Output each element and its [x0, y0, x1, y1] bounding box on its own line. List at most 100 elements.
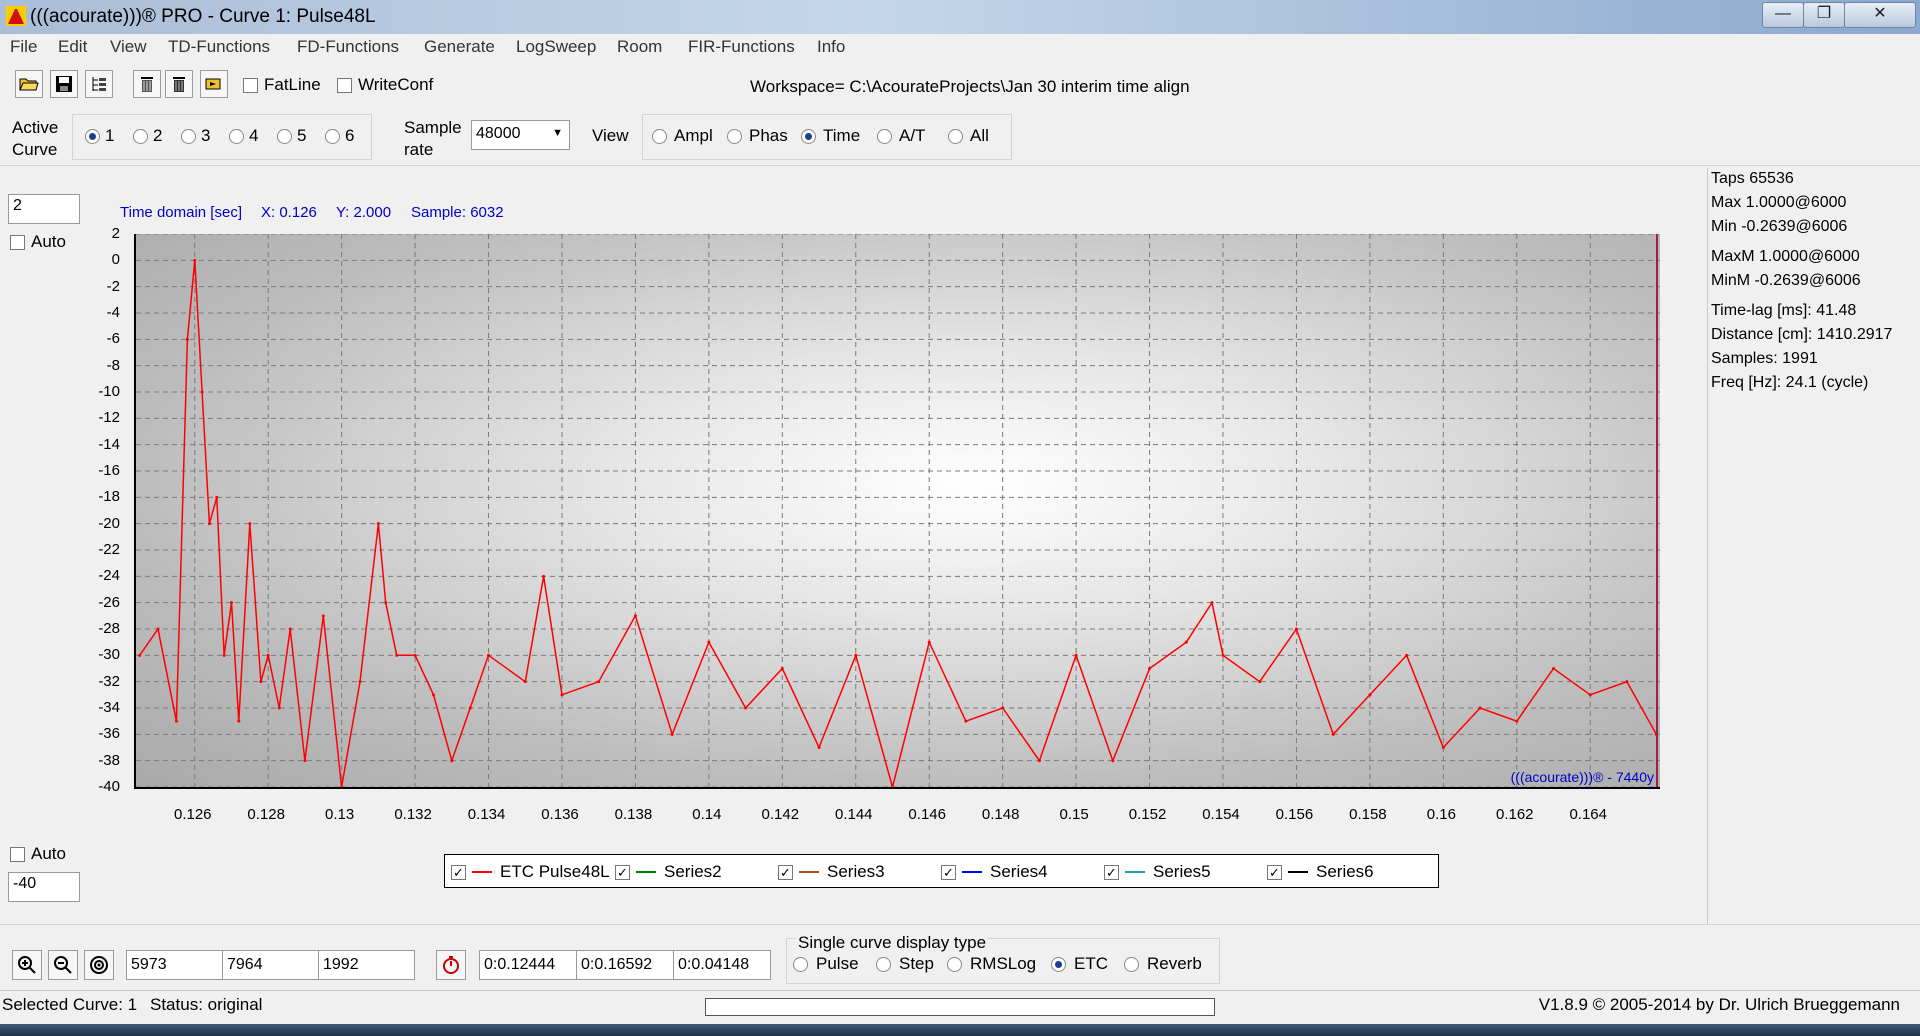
view-radio-phas[interactable]	[727, 129, 742, 144]
writeconf-label: WriteConf	[358, 75, 434, 94]
data-point	[854, 653, 858, 657]
data-point	[1258, 680, 1262, 684]
target-icon[interactable]	[84, 950, 114, 980]
legend-label-6: Series6	[1316, 862, 1374, 881]
menu-bar: File Edit View TD-Functions FD-Functions…	[0, 34, 1920, 62]
curve-radio-5[interactable]	[277, 129, 292, 144]
menu-edit[interactable]: Edit	[58, 37, 87, 57]
maximize-button[interactable]: ❐	[1803, 2, 1845, 28]
data-point	[450, 759, 454, 763]
acourate-app-icon[interactable]	[6, 6, 26, 26]
data-point	[215, 495, 219, 499]
legend-item-1[interactable]: ✓ ETC Pulse48L	[451, 855, 610, 889]
curve-option-4: 4	[249, 126, 259, 145]
auto-bottom-checkbox[interactable]	[10, 847, 25, 862]
legend-checkbox-1[interactable]: ✓	[451, 864, 466, 880]
curve-radio-4[interactable]	[229, 129, 244, 144]
display-radio-step[interactable]	[876, 957, 891, 972]
menu-file[interactable]: File	[10, 37, 37, 57]
x-tick-label: 0.134	[467, 806, 506, 823]
y-tick-label: 0	[111, 251, 120, 269]
curve-radio-1[interactable]	[85, 129, 100, 144]
zoom-out-icon[interactable]	[48, 950, 78, 980]
tree-list-icon[interactable]	[85, 70, 113, 98]
legend-checkbox-4[interactable]: ✓	[941, 864, 956, 880]
fatline-checkbox[interactable]	[243, 78, 258, 93]
curve-option-5: 5	[297, 126, 307, 145]
save-disk-icon[interactable]	[50, 70, 78, 98]
curve-option-1: 1	[105, 126, 115, 145]
view-radio-ampl[interactable]	[652, 129, 667, 144]
display-type-label: Single curve display type	[796, 933, 989, 953]
status-bar: Selected Curve: 1 Status: original V1.8.…	[0, 990, 1920, 1017]
trash-bin-icon[interactable]	[133, 70, 161, 98]
legend-label-1: ETC Pulse48L	[500, 862, 610, 881]
menu-generate[interactable]: Generate	[424, 37, 495, 57]
legend-item-2[interactable]: ✓ Series2	[615, 855, 722, 889]
writeconf-checkbox[interactable]	[337, 78, 352, 93]
legend-checkbox-2[interactable]: ✓	[615, 864, 630, 880]
start-sample-field[interactable]: 5973	[126, 950, 223, 980]
x-tick-label: 0.15	[1059, 806, 1089, 823]
progress-bar	[705, 998, 1215, 1016]
menu-td-functions[interactable]: TD-Functions	[168, 37, 270, 57]
menu-fir-functions[interactable]: FIR-Functions	[688, 37, 795, 57]
auto-top-checkbox[interactable]	[10, 235, 25, 250]
x-tick-label: 0.126	[173, 806, 212, 823]
data-point	[156, 627, 160, 631]
data-point	[964, 719, 968, 723]
end-time-field[interactable]: 0:0.16592	[576, 950, 674, 980]
ymax-field[interactable]: 2	[8, 194, 80, 224]
view-option-all: All	[970, 126, 989, 145]
legend-item-5[interactable]: ✓ Series5	[1104, 855, 1211, 889]
menu-logsweep[interactable]: LogSweep	[516, 37, 596, 57]
menu-room[interactable]: Room	[617, 37, 662, 57]
x-tick-label: 0.154	[1202, 806, 1240, 823]
curve-radio-3[interactable]	[181, 129, 196, 144]
view-radio-at[interactable]	[877, 129, 892, 144]
sample-count-field[interactable]: 1992	[318, 950, 415, 980]
info-min: Min -0.2639@6006	[1711, 218, 1848, 235]
info-minm: MinM -0.2639@6006	[1711, 272, 1861, 289]
display-radio-etc[interactable]	[1051, 957, 1066, 972]
data-point	[303, 759, 307, 763]
duration-time-field[interactable]: 0:0.04148	[673, 950, 771, 980]
curve-radio-6[interactable]	[325, 129, 340, 144]
legend-item-4[interactable]: ✓ Series4	[941, 855, 1048, 889]
end-sample-field[interactable]: 7964	[222, 950, 319, 980]
minimize-button[interactable]: —	[1762, 2, 1804, 28]
open-folder-icon[interactable]	[15, 70, 43, 98]
legend-item-3[interactable]: ✓ Series3	[778, 855, 885, 889]
view-radio-all[interactable]	[948, 129, 963, 144]
etc-plot[interactable]	[136, 234, 1660, 787]
run-macro-icon[interactable]	[200, 70, 228, 98]
view-radio-time[interactable]	[801, 129, 816, 144]
curve-radio-2[interactable]	[133, 129, 148, 144]
menu-info[interactable]: Info	[817, 37, 845, 57]
info-taps: Taps 65536	[1711, 170, 1794, 187]
plot-area[interactable]: (((acourate)))® - 7440y	[134, 234, 1660, 789]
display-radio-pulse[interactable]	[793, 957, 808, 972]
legend-checkbox-6[interactable]: ✓	[1267, 864, 1282, 880]
y-tick-label: -8	[106, 356, 120, 374]
data-point	[358, 680, 362, 684]
stopwatch-icon[interactable]	[436, 950, 466, 980]
display-radio-rmslog[interactable]	[947, 957, 962, 972]
legend-checkbox-3[interactable]: ✓	[778, 864, 793, 880]
data-point	[707, 640, 711, 644]
sample-rate-select[interactable]: 48000 ▼	[471, 120, 570, 150]
display-radio-reverb[interactable]	[1124, 957, 1139, 972]
y-tick-label: -4	[106, 304, 120, 321]
menu-fd-functions[interactable]: FD-Functions	[297, 37, 399, 57]
legend-checkbox-5[interactable]: ✓	[1104, 864, 1119, 880]
y-tick-label: -30	[98, 646, 120, 664]
start-time-field[interactable]: 0:0.12444	[479, 950, 577, 980]
close-button[interactable]: ✕	[1844, 2, 1916, 28]
trash-all-icon[interactable]	[165, 70, 193, 98]
legend-item-6[interactable]: ✓ Series6	[1267, 855, 1374, 889]
data-point	[259, 680, 263, 684]
workspace-path: Workspace= C:\AcourateProjects\Jan 30 in…	[750, 77, 1190, 96]
menu-view[interactable]: View	[110, 37, 147, 57]
zoom-in-icon[interactable]	[12, 950, 42, 980]
ymin-field[interactable]: -40	[8, 872, 80, 902]
